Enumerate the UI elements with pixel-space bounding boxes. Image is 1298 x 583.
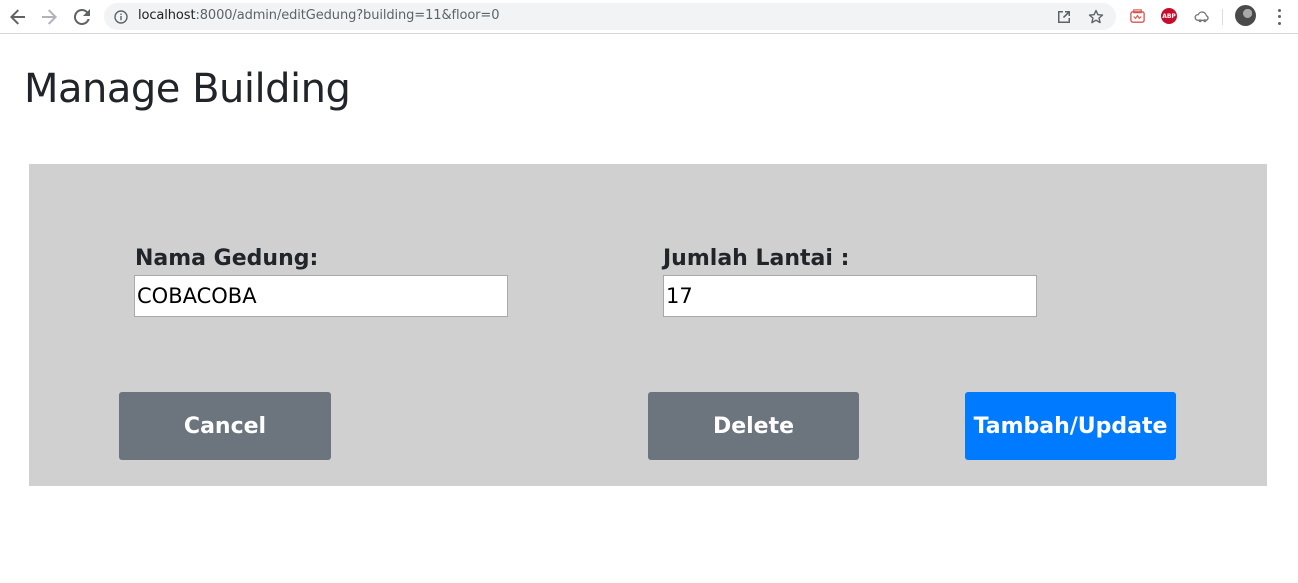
abp-badge: ABP — [1161, 8, 1177, 24]
cloud-extension-icon[interactable] — [1193, 7, 1211, 25]
open-in-new-icon[interactable] — [1056, 9, 1072, 25]
building-name-input[interactable] — [134, 275, 508, 317]
address-bar[interactable]: localhost:8000/admin/editGedung?building… — [104, 3, 1116, 30]
building-name-label: Nama Gedung: — [135, 246, 319, 271]
extension-icon[interactable] — [1128, 7, 1146, 25]
url-path: :8000/admin/editGedung?building=11&floor… — [195, 8, 500, 23]
info-icon[interactable] — [114, 9, 128, 24]
avatar[interactable] — [1235, 5, 1256, 26]
browser-toolbar: localhost:8000/admin/editGedung?building… — [0, 0, 1298, 34]
delete-button[interactable]: Delete — [648, 392, 859, 460]
cancel-button[interactable]: Cancel — [119, 392, 331, 460]
forward-arrow-icon[interactable] — [38, 6, 60, 28]
abp-icon[interactable]: ABP — [1160, 7, 1178, 25]
back-arrow-icon[interactable] — [7, 6, 29, 28]
url-text[interactable]: localhost:8000/admin/editGedung?building… — [138, 8, 499, 23]
more-vert-icon[interactable] — [1270, 7, 1288, 27]
submit-button[interactable]: Tambah/Update — [965, 392, 1176, 460]
url-host: localhost — [138, 8, 196, 23]
page-title: Manage Building — [24, 66, 351, 112]
floor-count-label: Jumlah Lantai : — [663, 246, 850, 271]
edit-building-form: Nama Gedung: Jumlah Lantai : Cancel Dele… — [29, 164, 1267, 486]
star-icon[interactable] — [1088, 9, 1104, 25]
reload-icon[interactable] — [71, 6, 93, 28]
toolbar-separator — [1222, 9, 1223, 25]
floor-count-input[interactable] — [663, 275, 1037, 317]
